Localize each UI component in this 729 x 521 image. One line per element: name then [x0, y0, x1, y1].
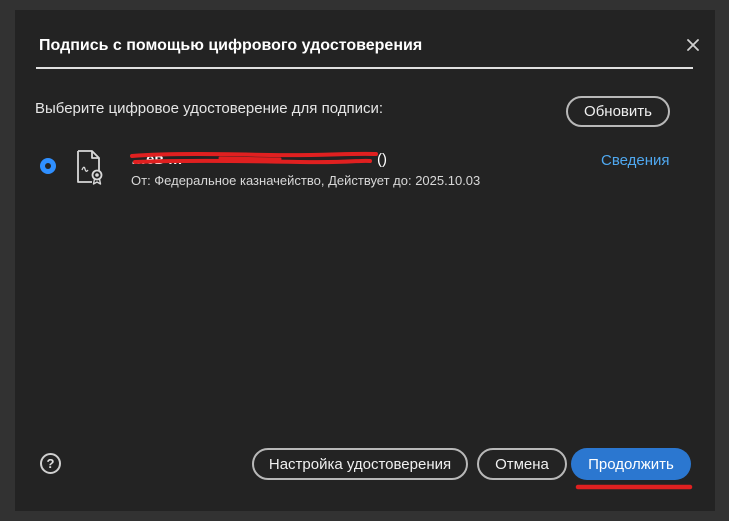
certificate-name-suffix: () — [377, 151, 387, 168]
sign-with-digital-id-dialog: Подпись с помощью цифрового удостоверени… — [15, 10, 715, 511]
help-button[interactable]: ? — [40, 453, 61, 474]
refresh-button[interactable]: Обновить — [566, 96, 670, 127]
radio-selected-dot — [45, 163, 51, 169]
continue-button[interactable]: Продолжить — [571, 448, 691, 480]
configure-id-button[interactable]: Настройка удостоверения — [252, 448, 468, 480]
certificate-details-link[interactable]: Сведения — [601, 152, 670, 169]
cancel-button[interactable]: Отмена — [477, 448, 567, 480]
close-icon — [687, 39, 699, 51]
dialog-title-bar: Подпись с помощью цифрового удостоверени… — [36, 10, 699, 69]
certificate-document-icon — [77, 150, 103, 185]
close-button[interactable] — [683, 35, 703, 55]
certificate-issuer-validity: От: Федеральное казначейство, Действует … — [131, 173, 481, 188]
redaction-scribble — [130, 151, 378, 165]
dialog-title: Подпись с помощью цифрового удостоверени… — [39, 37, 423, 54]
certificate-radio[interactable] — [40, 158, 56, 174]
annotation-underline — [575, 484, 693, 490]
help-icon: ? — [46, 456, 55, 471]
select-id-prompt: Выберите цифровое удостоверение для подп… — [35, 100, 384, 117]
